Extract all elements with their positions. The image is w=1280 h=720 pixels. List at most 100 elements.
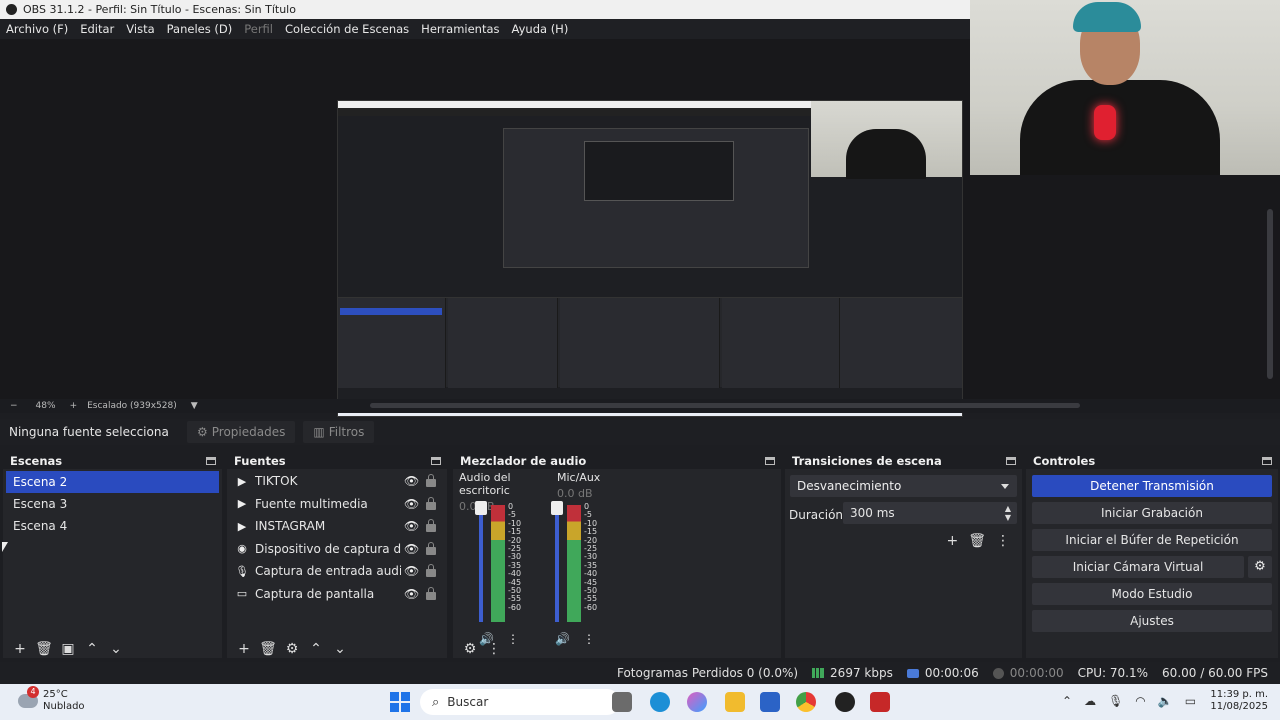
source-item[interactable]: ▶ TIKTOK 👁 [227, 470, 447, 493]
eye-icon[interactable]: 👁 [404, 497, 419, 511]
spin-buttons[interactable]: ▲ ▼ [1005, 504, 1011, 522]
preview-vertical-scrollbar[interactable] [1267, 209, 1273, 379]
scale-dropdown-icon[interactable]: ▼ [191, 401, 198, 411]
taskbar-clock[interactable]: 11:39 p. m. 11/08/2025 [1210, 689, 1268, 713]
dock-float-icon[interactable] [431, 456, 441, 465]
source-item[interactable]: ▶ INSTAGRAM 👁 [227, 515, 447, 538]
start-virtual-camera-button[interactable]: Iniciar Cámara Virtual [1032, 556, 1244, 578]
settings-button[interactable]: Ajustes [1032, 610, 1272, 632]
remove-transition-button[interactable]: 🗑 [968, 533, 986, 549]
scene-item[interactable]: Escena 3 [3, 493, 222, 515]
network-icon[interactable]: ☁ [1084, 694, 1096, 708]
app-icon[interactable] [870, 692, 890, 712]
eye-icon[interactable]: 👁 [404, 519, 419, 533]
remove-source-button[interactable]: 🗑 [257, 640, 279, 658]
eye-icon[interactable]: 👁 [404, 542, 419, 556]
properties-button[interactable]: ⚙ Propiedades [187, 421, 296, 443]
more-options-icon[interactable]: ⋮ [507, 632, 519, 646]
source-item[interactable]: ▭ Captura de pantalla 👁 [227, 583, 447, 606]
eye-icon[interactable]: 👁 [404, 587, 419, 601]
menu-editar[interactable]: Editar [80, 22, 114, 36]
move-down-button[interactable]: ⌄ [105, 640, 127, 658]
file-explorer-app-icon[interactable] [612, 692, 632, 712]
stop-streaming-button[interactable]: Detener Transmisión [1032, 475, 1272, 497]
move-up-button[interactable]: ⌃ [305, 640, 327, 658]
volume-slider[interactable] [555, 507, 559, 622]
lock-icon[interactable] [426, 564, 436, 577]
speaker-icon[interactable]: 🔈 [1158, 694, 1173, 708]
zoom-in-button[interactable]: + [70, 401, 78, 411]
cpu-usage: CPU: 70.1% [1077, 666, 1149, 680]
volume-slider-knob[interactable] [475, 501, 487, 515]
battery-icon[interactable]: ▭ [1185, 694, 1196, 708]
speaker-icon[interactable]: 🔊 [479, 632, 494, 646]
lock-icon[interactable] [426, 519, 436, 532]
eye-icon[interactable]: 👁 [404, 474, 419, 488]
transitions-body: Desvanecimiento Duración 300 ms ▲ ▼ + 🗑 ⋮ [785, 469, 1022, 640]
studio-mode-button[interactable]: Modo Estudio [1032, 583, 1272, 605]
speaker-icon[interactable]: 🔊 [555, 632, 570, 646]
record-icon [992, 667, 1004, 679]
volume-slider[interactable] [479, 507, 483, 622]
volume-slider-knob[interactable] [551, 501, 563, 515]
virtual-camera-settings-gear-icon[interactable]: ⚙ [1248, 556, 1272, 578]
dock-float-icon[interactable] [1262, 456, 1272, 465]
preview-horizontal-scrollbar[interactable] [370, 403, 1080, 408]
controls-dock: Controles Detener Transmisión Iniciar Gr… [1026, 452, 1278, 658]
windows-taskbar: 4 25°C Nublado ⌕ Buscar ⌃ ☁ 🎙 ◠ 🔈 ▭ 11:3… [0, 684, 1280, 720]
weather-widget[interactable]: 4 25°C Nublado [18, 686, 85, 713]
menu-coleccion-escenas[interactable]: Colección de Escenas [285, 22, 409, 36]
windows-start-icon[interactable] [390, 692, 410, 712]
menu-ayuda[interactable]: Ayuda (H) [512, 22, 569, 36]
transition-select[interactable]: Desvanecimiento [790, 475, 1017, 497]
scene-filters-button[interactable]: ▣ [57, 640, 79, 658]
eye-icon[interactable]: 👁 [404, 564, 419, 578]
microphone-icon[interactable]: 🎙 [1108, 694, 1123, 708]
folder-icon[interactable] [725, 692, 745, 712]
transition-menu-button[interactable]: ⋮ [996, 533, 1010, 549]
menu-perfil[interactable]: Perfil [244, 22, 273, 36]
menu-paneles[interactable]: Paneles (D) [167, 22, 233, 36]
add-scene-button[interactable]: + [9, 640, 31, 658]
menu-archivo[interactable]: Archivo (F) [6, 22, 68, 36]
menu-herramientas[interactable]: Herramientas [421, 22, 499, 36]
search-icon: ⌕ [432, 694, 440, 710]
no-source-label: Ninguna fuente selecciona [9, 425, 169, 439]
obs-app-icon[interactable] [835, 692, 855, 712]
edge-browser-icon[interactable] [650, 692, 670, 712]
duration-field[interactable]: 300 ms ▲ ▼ [843, 502, 1017, 524]
scale-label: Escalado (939x528) [87, 401, 177, 411]
zoom-out-button[interactable]: − [10, 401, 18, 411]
lock-icon[interactable] [426, 496, 436, 510]
lock-icon[interactable] [426, 586, 436, 600]
remove-scene-button[interactable]: 🗑 [33, 640, 55, 658]
add-source-button[interactable]: + [233, 640, 255, 658]
add-transition-button[interactable]: + [946, 533, 958, 549]
dock-float-icon[interactable] [1006, 456, 1016, 465]
copilot-icon[interactable] [687, 692, 707, 712]
scene-item[interactable]: Escena 2 [6, 471, 219, 493]
scene-item[interactable]: Escena 4 [3, 515, 222, 537]
chevron-up-icon[interactable]: ⌃ [1062, 694, 1072, 708]
wifi-icon[interactable]: ◠ [1135, 694, 1145, 708]
store-icon[interactable] [760, 692, 780, 712]
source-properties-button[interactable]: ⚙ [281, 640, 303, 658]
more-options-icon[interactable]: ⋮ [583, 632, 595, 646]
move-down-button[interactable]: ⌄ [329, 640, 351, 658]
start-replay-buffer-button[interactable]: Iniciar el Búfer de Repetición [1032, 529, 1272, 551]
source-item[interactable]: ▶ Fuente multimedia 👁 [227, 493, 447, 516]
weather-desc: Nublado [43, 701, 85, 712]
dock-float-icon[interactable] [765, 456, 775, 465]
lock-icon[interactable] [426, 474, 436, 487]
filters-button[interactable]: ▥ Filtros [303, 421, 375, 443]
source-item[interactable]: 🎙 Captura de entrada audio 2 👁 [227, 560, 447, 583]
move-up-button[interactable]: ⌃ [81, 640, 103, 658]
source-item[interactable]: ◉ Dispositivo de captura de vid 👁 [227, 538, 447, 561]
start-recording-button[interactable]: Iniciar Grabación [1032, 502, 1272, 524]
taskbar-search[interactable]: ⌕ Buscar [420, 689, 620, 715]
lock-icon[interactable] [426, 541, 436, 555]
menu-vista[interactable]: Vista [126, 22, 154, 36]
chrome-icon[interactable] [796, 692, 816, 712]
dock-float-icon[interactable] [206, 456, 216, 465]
advanced-audio-button[interactable]: ⚙ [459, 640, 481, 658]
